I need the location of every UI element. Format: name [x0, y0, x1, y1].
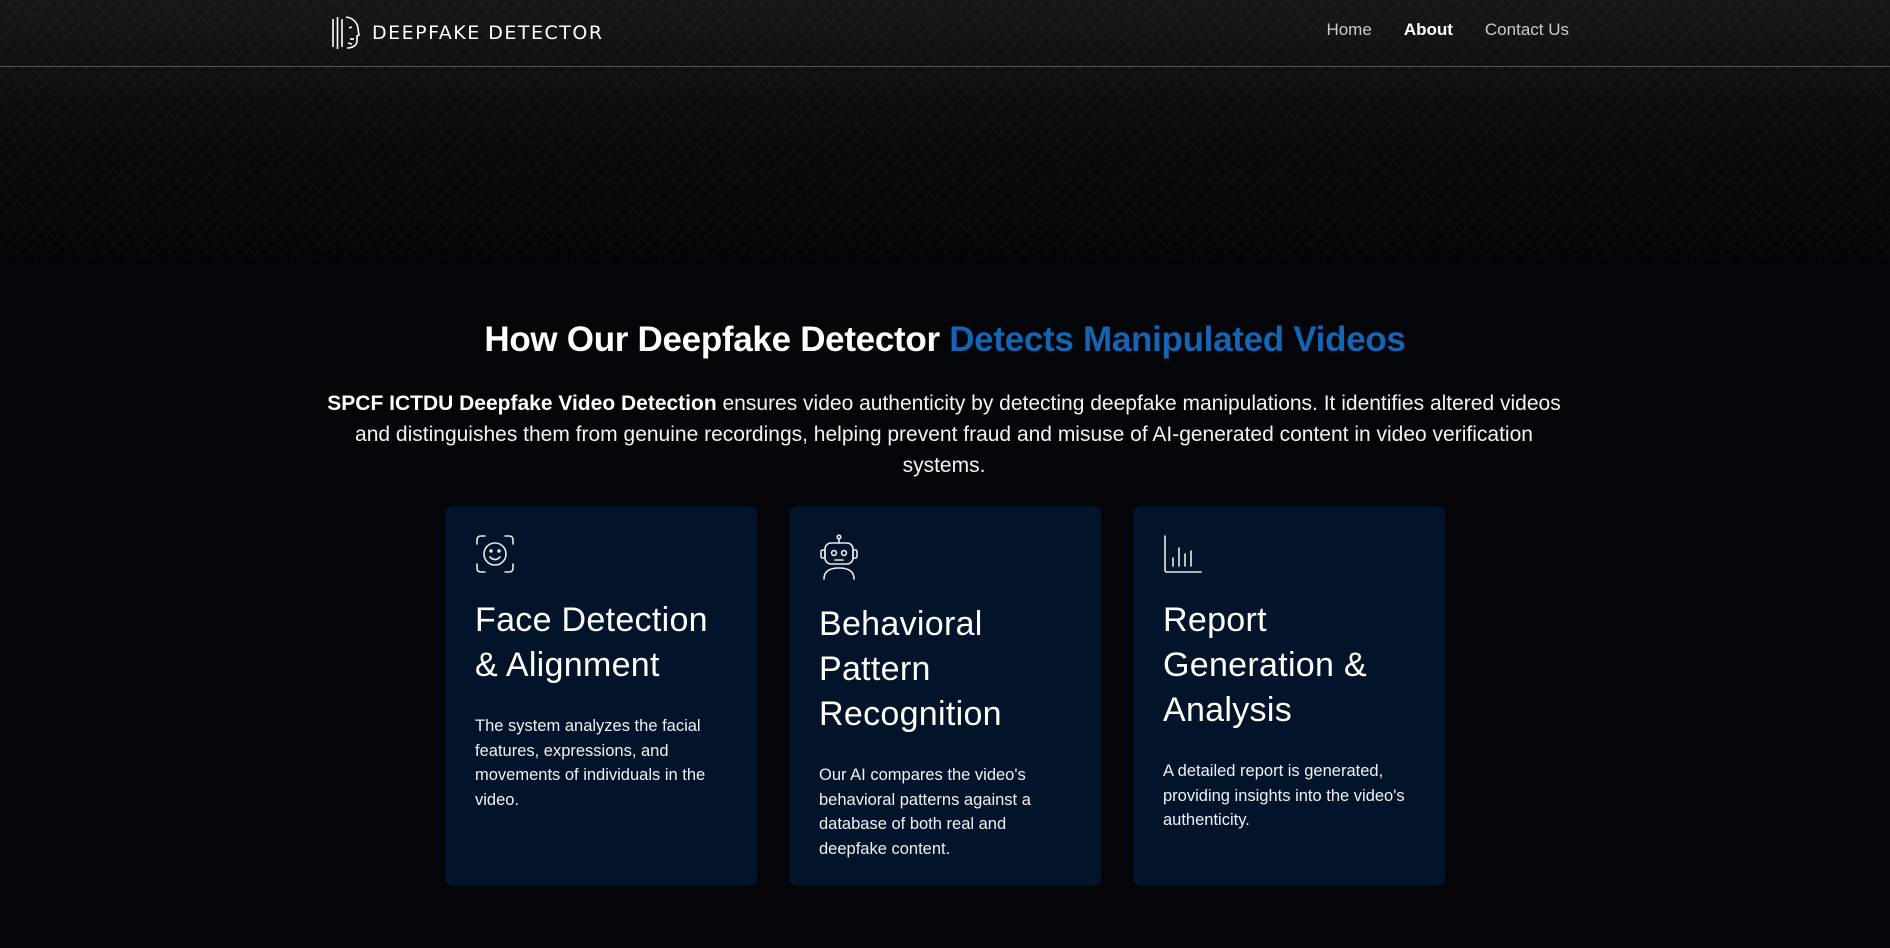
section-title-plain: How Our Deepfake Detector	[484, 320, 950, 359]
card-title: Behavioral Pattern Recognition	[819, 605, 1002, 733]
description-bold: SPCF ICTDU Deepfake Video Detection	[327, 392, 717, 415]
robot-icon	[820, 534, 858, 580]
card-title: Report Generation & Analysis	[1163, 601, 1367, 729]
face-scan-icon	[476, 535, 514, 573]
feature-cards: Face Detection & Alignment The system an…	[445, 506, 1445, 886]
how-it-works-section: How Our Deepfake Detector Detects Manipu…	[0, 258, 1890, 948]
nav-about-link[interactable]: About	[1404, 20, 1453, 40]
page: DEEPFAKE DETECTOR Home About Contact Us …	[0, 0, 1890, 948]
deepfake-face-logo-icon	[332, 16, 360, 49]
card-text: Our AI compares the video's behavioral p…	[819, 766, 1031, 858]
nav-home-link[interactable]: Home	[1326, 20, 1371, 40]
section-description: SPCF ICTDU Deepfake Video Detection ensu…	[318, 388, 1570, 481]
card-text: The system analyzes the facial features,…	[475, 717, 706, 809]
hero-header: DEEPFAKE DETECTOR Home About Contact Us	[0, 0, 1890, 258]
navbar: DEEPFAKE DETECTOR Home About Contact Us	[0, 0, 1890, 67]
card-text: A detailed report is generated, providin…	[1163, 762, 1405, 829]
nav-contact-link[interactable]: Contact Us	[1485, 20, 1569, 40]
section-title: How Our Deepfake Detector Detects Manipu…	[0, 320, 1890, 360]
brand[interactable]: DEEPFAKE DETECTOR	[330, 14, 604, 52]
section-title-accent: Detects Manipulated Videos	[949, 320, 1406, 359]
feature-card-behavioral-pattern: Behavioral Pattern Recognition Our AI co…	[789, 506, 1101, 886]
card-title: Face Detection & Alignment	[475, 601, 708, 684]
feature-card-report-generation: Report Generation & Analysis A detailed …	[1133, 506, 1445, 886]
nav-links: Home About Contact Us	[1326, 20, 1569, 40]
feature-card-face-detection: Face Detection & Alignment The system an…	[445, 506, 757, 886]
bar-chart-icon	[1164, 535, 1202, 573]
brand-name: DEEPFAKE DETECTOR	[372, 22, 604, 44]
